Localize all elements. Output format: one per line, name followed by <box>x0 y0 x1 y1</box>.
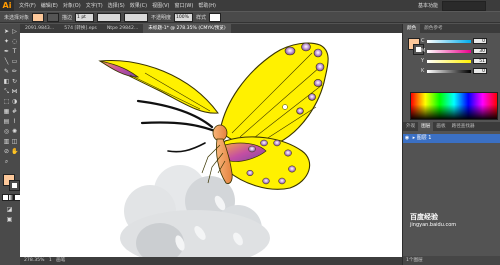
lasso-tool-icon[interactable]: ◌ <box>11 38 18 45</box>
tab-layers[interactable]: 图层 <box>418 122 434 131</box>
layers-panel-tabs: 外观 图层 画板 路径查找器 <box>403 122 500 131</box>
selection-tool-icon[interactable]: ➤ <box>3 28 10 35</box>
artwork <box>98 42 329 257</box>
magenta-value[interactable]: 30 <box>473 48 487 54</box>
current-tool-status: 画笔 <box>56 258 66 263</box>
menu-effect[interactable]: 效果(C) <box>130 2 147 9</box>
mesh-tool-icon[interactable]: # <box>11 108 18 115</box>
stroke-label: 描边 <box>62 14 73 21</box>
slider-black[interactable]: K 0 <box>421 68 487 75</box>
eraser-tool-icon[interactable]: ◧ <box>3 78 10 85</box>
watermark-url: jingyan.baidu.com <box>410 222 457 228</box>
screen-mode-icon[interactable]: ▣ <box>6 216 13 223</box>
magenta-track[interactable] <box>427 50 471 53</box>
tab-color[interactable]: 颜色 <box>403 24 421 33</box>
profile-dropdown[interactable] <box>97 12 122 22</box>
menu-bar: Ai 文件(F) 编辑(E) 对象(O) 文字(T) 选择(S) 效果(C) 视… <box>0 0 500 11</box>
tab-color-guide[interactable]: 颜色参考 <box>420 24 446 33</box>
symbol-sprayer-tool-icon[interactable]: ✺ <box>11 128 18 135</box>
right-forewing <box>219 42 329 148</box>
menu-object[interactable]: 对象(O) <box>63 2 81 9</box>
style-label: 样式 <box>196 14 207 21</box>
eye-icon[interactable]: ◉ <box>403 134 411 143</box>
color-panel-tabs: 颜色 颜色参考 <box>403 24 500 33</box>
artboard-tool-icon[interactable]: ◫ <box>11 138 18 145</box>
magic-wand-tool-icon[interactable]: ✦ <box>3 38 10 45</box>
cyan-track[interactable] <box>427 40 471 43</box>
doc-tab-3[interactable]: Ntpe 29842... <box>102 24 143 33</box>
doc-tab-active[interactable]: 未标题-1* @ 278.35% (CMYK/预览) <box>143 24 231 33</box>
pencil-tool-icon[interactable]: ✏ <box>11 68 18 75</box>
blend-tool-icon[interactable]: ◎ <box>3 128 10 135</box>
menu-help[interactable]: 帮助(H) <box>198 2 216 9</box>
menu-window[interactable]: 窗口(W) <box>174 2 193 9</box>
watermark: 百度经验 jingyan.baidu.com <box>410 212 498 242</box>
layer-row[interactable]: ◉ ▸ 图层 1 <box>403 134 500 143</box>
eyedropper-tool-icon[interactable]: ⌇ <box>11 118 18 125</box>
slider-magenta[interactable]: M 30 <box>421 48 487 55</box>
doc-tab-1[interactable]: 2091.9843... <box>20 24 59 33</box>
pen-tool-icon[interactable]: ✒ <box>3 48 10 55</box>
status-bar: 278.35% 1 画笔 <box>20 257 402 265</box>
stroke-weight-field[interactable]: 1 pt <box>75 12 95 22</box>
brush-dropdown[interactable] <box>124 12 149 22</box>
layer-count: 1个图层 <box>406 258 423 263</box>
fill-swatch[interactable] <box>32 12 45 22</box>
doc-tab-2[interactable]: 574 [转换].eps <box>59 24 102 33</box>
selection-status: 未选择对象 <box>4 14 30 21</box>
zoom-level[interactable]: 278.35% <box>24 258 44 263</box>
opacity-field[interactable]: 100% <box>174 12 194 22</box>
artboard-number[interactable]: 1 <box>49 258 52 263</box>
search-input[interactable] <box>442 1 486 11</box>
direct-selection-tool-icon[interactable]: ▷ <box>11 28 18 35</box>
free-transform-tool-icon[interactable]: ⬚ <box>3 98 10 105</box>
style-swatch[interactable] <box>209 12 222 22</box>
shape-builder-tool-icon[interactable]: ◑ <box>11 98 18 105</box>
rotate-tool-icon[interactable]: ↻ <box>11 78 18 85</box>
watermark-title: 百度经验 <box>410 213 438 221</box>
perspective-grid-tool-icon[interactable]: ▦ <box>3 108 10 115</box>
menu-file[interactable]: 文件(F) <box>19 2 36 9</box>
yellow-value[interactable]: 51 <box>473 58 487 64</box>
slider-yellow[interactable]: Y 51 <box>421 58 487 65</box>
slider-cyan[interactable]: C 0 <box>421 38 487 45</box>
menu-type[interactable]: 文字(T) <box>86 2 103 9</box>
tab-pathfinder[interactable]: 路径查找器 <box>449 122 478 131</box>
expand-icon[interactable]: ▸ <box>413 135 416 141</box>
slice-tool-icon[interactable]: ⊘ <box>3 148 10 155</box>
control-bar: 未选择对象 描边 1 pt 不透明度 100% 样式 <box>0 11 500 23</box>
workspace-switcher[interactable]: 基本功能 <box>418 2 438 9</box>
opacity-label: 不透明度 <box>151 14 172 21</box>
color-spectrum[interactable] <box>410 92 498 120</box>
layer-name[interactable]: 图层 1 <box>417 135 432 141</box>
scale-tool-icon[interactable]: ⤡ <box>3 88 10 95</box>
cyan-value[interactable]: 0 <box>473 38 487 44</box>
menu-edit[interactable]: 编辑(E) <box>41 2 58 9</box>
artboard-canvas[interactable] <box>20 33 402 257</box>
tools-panel: ➤ ▷ ✦ ◌ ✒ T ╲ ▭ ✎ ✏ ◧ ↻ ⤡ ⋈ ⬚ ◑ ▦ # ▤ ⌇ … <box>0 24 21 265</box>
tab-artboards[interactable]: 画板 <box>433 122 448 131</box>
main-menu: 文件(F) 编辑(E) 对象(O) 文字(T) 选择(S) 效果(C) 视图(V… <box>19 2 216 9</box>
tab-appearance[interactable]: 外观 <box>403 122 418 131</box>
stroke-color-swatch[interactable] <box>9 180 20 191</box>
yellow-track[interactable] <box>427 60 471 63</box>
black-value[interactable]: 0 <box>473 68 487 74</box>
type-tool-icon[interactable]: T <box>11 48 18 55</box>
rectangle-tool-icon[interactable]: ▭ <box>11 58 18 65</box>
menu-view[interactable]: 视图(V) <box>152 2 169 9</box>
graph-tool-icon[interactable]: ▥ <box>3 138 10 145</box>
layers-footer: 1个图层 <box>403 256 500 265</box>
right-hindwing <box>221 136 311 190</box>
hand-tool-icon[interactable]: ✋ <box>11 148 18 155</box>
black-track[interactable] <box>427 70 471 73</box>
gradient-tool-icon[interactable]: ▤ <box>3 118 10 125</box>
menu-select[interactable]: 选择(S) <box>108 2 125 9</box>
stroke-swatch[interactable] <box>47 12 60 22</box>
draw-mode-icon[interactable]: ◪ <box>6 206 13 213</box>
app-logo: Ai <box>0 0 14 11</box>
paintbrush-tool-icon[interactable]: ✎ <box>3 68 10 75</box>
zoom-tool-icon[interactable]: ⌕ <box>3 158 10 165</box>
line-tool-icon[interactable]: ╲ <box>3 58 10 65</box>
width-tool-icon[interactable]: ⋈ <box>11 88 18 95</box>
